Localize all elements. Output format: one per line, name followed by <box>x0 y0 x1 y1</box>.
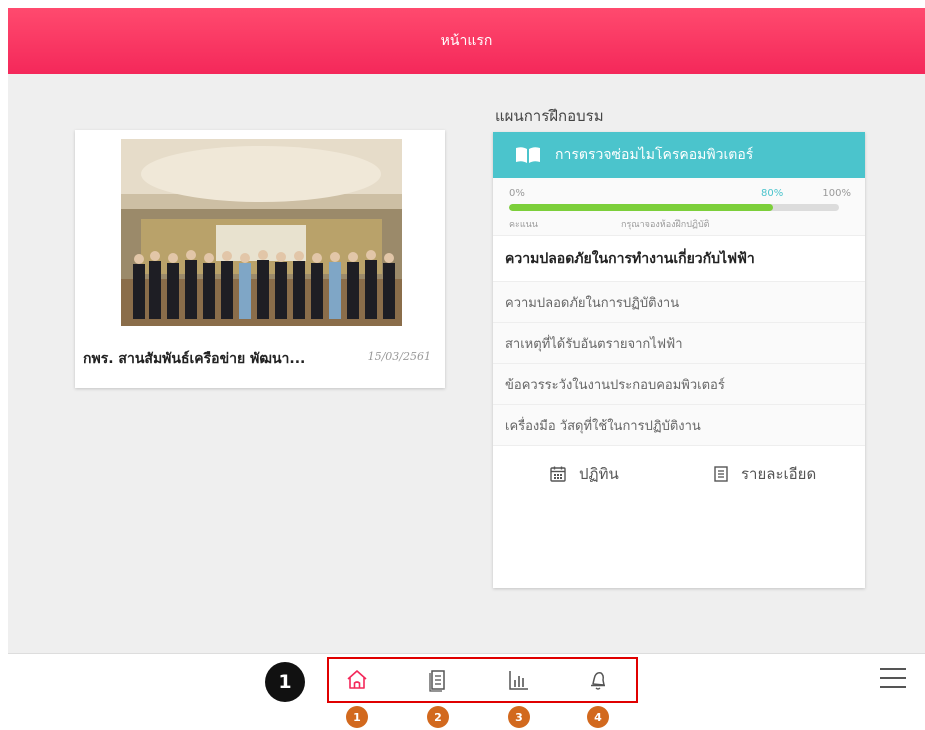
topic-item[interactable]: ข้อควรระวังในงานประกอบคอมพิวเตอร์ <box>493 364 865 405</box>
top-header: หน้าแรก <box>8 8 925 74</box>
group-photo-image <box>121 139 402 326</box>
nav-badge: 4 <box>587 706 609 728</box>
topic-item[interactable]: เครื่องมือ วัสดุที่ใช้ในการปฏิบัติงาน <box>493 405 865 446</box>
progress-section: 0% 80% 100% คะแนน กรุณาจองห้องฝึกปฏิบัติ <box>493 178 865 236</box>
course-title: การตรวจซ่อมไมโครคอมพิวเตอร์ <box>555 147 754 163</box>
details-label: รายละเอียด <box>741 465 817 483</box>
nav-notifications-button[interactable] <box>583 665 613 695</box>
training-plan-heading: แผนการฝึกอบรม <box>495 107 604 125</box>
calendar-label: ปฏิทิน <box>579 465 619 483</box>
nav-documents-button[interactable] <box>423 665 453 695</box>
score-label: คะแนน <box>509 220 538 230</box>
calendar-icon <box>550 466 566 482</box>
list-document-icon <box>714 466 728 482</box>
hamburger-menu-icon[interactable] <box>878 664 908 692</box>
news-title: กพร. สานสัมพันธ์เครือข่าย พัฒนา... <box>83 351 306 367</box>
nav-badge: 1 <box>346 706 368 728</box>
nav-badge: 3 <box>508 706 530 728</box>
course-header[interactable]: การตรวจซ่อมไมโครคอมพิวเตอร์ <box>493 132 865 178</box>
news-photo <box>121 139 402 326</box>
progress-bar-fill <box>509 204 773 211</box>
training-plan-card: การตรวจซ่อมไมโครคอมพิวเตอร์ 0% 80% 100% … <box>493 132 865 588</box>
home-icon <box>347 670 367 689</box>
nav-badge: 2 <box>427 706 449 728</box>
book-icon <box>515 146 541 164</box>
app-root: หน้าแรก กพร. สานสัมพันธ์เครือข่าย พัฒนา.… <box>0 0 925 730</box>
bell-icon <box>591 672 605 690</box>
progress-max-label: 100% <box>822 188 851 199</box>
topic-item[interactable]: ความปลอดภัยในการปฏิบัติงาน <box>493 282 865 323</box>
nav-home-button[interactable] <box>342 665 372 695</box>
calendar-button[interactable]: ปฏิทิน <box>549 462 619 486</box>
step-marker: 1 <box>265 662 305 702</box>
progress-bar <box>509 204 839 211</box>
booking-note: กรุณาจองห้องฝึกปฏิบัติ <box>621 220 710 230</box>
news-card[interactable]: กพร. สานสัมพันธ์เครือข่าย พัฒนา... 15/03… <box>75 130 445 388</box>
progress-min-label: 0% <box>509 188 525 199</box>
topic-list: ความปลอดภัยในการปฏิบัติงาน สาเหตุที่ได้ร… <box>493 282 865 446</box>
progress-current-label: 80% <box>761 188 784 199</box>
news-date: 15/03/2561 <box>367 350 431 363</box>
bar-chart-icon <box>509 671 528 690</box>
topic-item-active[interactable]: ความปลอดภัยในการทำงานเกี่ยวกับไฟฟ้า <box>493 236 865 282</box>
document-icon <box>429 670 445 692</box>
nav-stats-button[interactable] <box>504 665 534 695</box>
course-actions: ปฏิทิน รายละเอียด <box>493 446 865 506</box>
details-button[interactable]: รายละเอียด <box>713 462 816 486</box>
topic-item[interactable]: สาเหตุที่ได้รับอันตรายจากไฟฟ้า <box>493 323 865 364</box>
page-title: หน้าแรก <box>440 33 493 49</box>
